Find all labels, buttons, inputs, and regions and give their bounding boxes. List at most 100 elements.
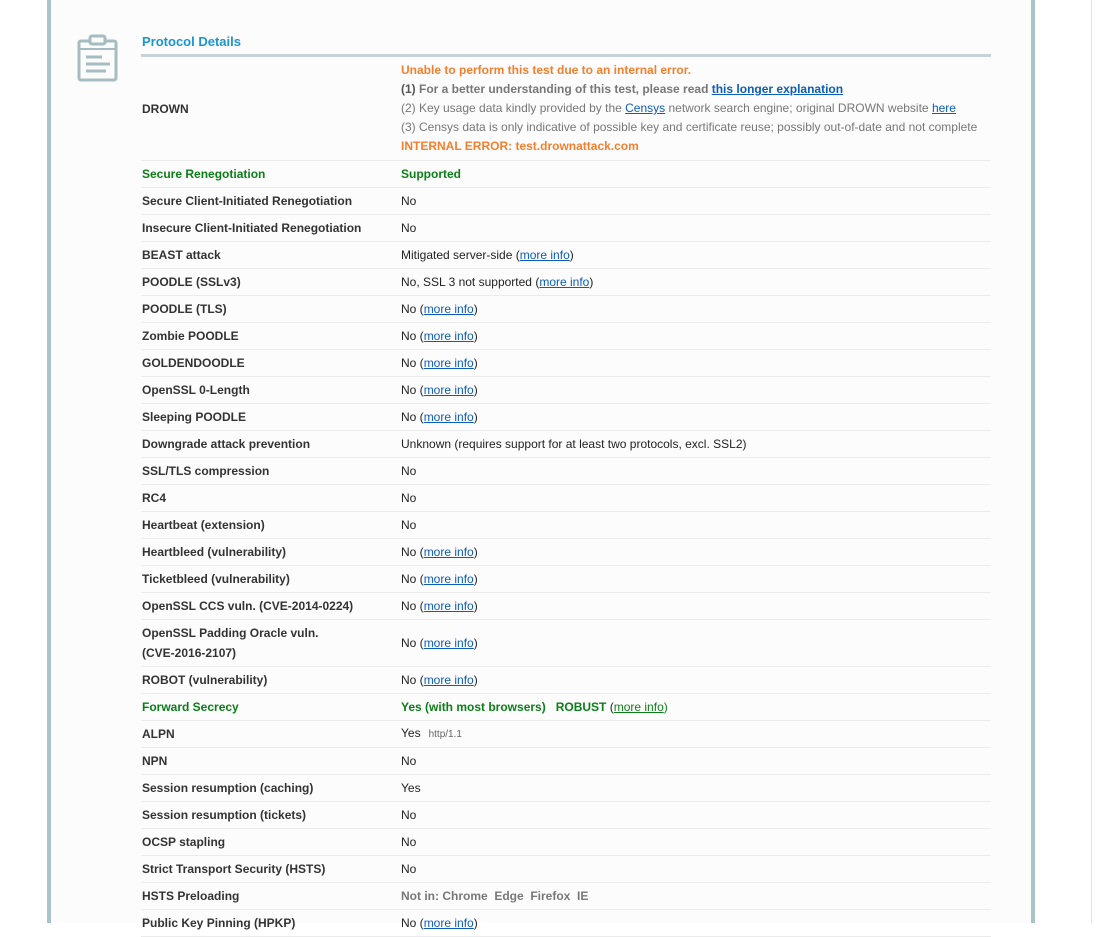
row-value: No xyxy=(401,214,991,242)
row-label: Public Key Pinning (HPKP) xyxy=(141,909,401,937)
row-label: OpenSSL CCS vuln. (CVE-2014-0224) xyxy=(141,592,401,620)
more-info-link[interactable]: more info xyxy=(424,916,474,930)
row-value: Unknown (requires support for at least t… xyxy=(401,430,991,458)
row-value-text: No xyxy=(401,302,417,316)
row-label: Sleeping POODLE xyxy=(141,403,401,431)
row-value: No (more info) xyxy=(401,909,991,937)
clipboard-icon xyxy=(77,34,118,82)
table-row: ROBOT (vulnerability) No (more info) xyxy=(141,666,991,694)
table-row-drown: DROWN Unable to perform this test due to… xyxy=(141,57,991,161)
row-value-text: No xyxy=(401,673,417,687)
table-row: Session resumption (caching) Yes xyxy=(141,774,991,802)
more-info-link[interactable]: more info xyxy=(424,383,474,397)
row-value: No (more info) xyxy=(401,666,991,694)
table-row: OpenSSL Padding Oracle vuln. (CVE-2016-21… xyxy=(141,619,991,667)
row-label-line: (CVE-2016-2107) xyxy=(142,646,237,660)
table-row: BEAST attack Mitigated server-side (more … xyxy=(141,241,991,269)
row-value: Supported xyxy=(401,160,991,188)
row-value: No (more info) xyxy=(401,565,991,593)
row-value-text: Unknown (requires support for at least t… xyxy=(401,437,747,451)
row-value-text: No xyxy=(401,835,417,849)
row-value-text: No xyxy=(401,464,417,478)
row-value: No xyxy=(401,484,991,512)
row-value: No (more info) xyxy=(401,619,991,667)
row-label: Downgrade attack prevention xyxy=(141,430,401,458)
row-value-text: No xyxy=(401,194,417,208)
row-value-text: No xyxy=(401,862,417,876)
table-row: RC4 No xyxy=(141,484,991,512)
table-row: OpenSSL CCS vuln. (CVE-2014-0224) No (mor… xyxy=(141,592,991,620)
row-value: No (more info) xyxy=(401,403,991,431)
row-value-text: No xyxy=(401,329,417,343)
more-info-link[interactable]: more info xyxy=(424,329,474,343)
row-label: Zombie POODLE xyxy=(141,322,401,350)
drown-note-3: (3) Censys data is only indicative of po… xyxy=(401,120,978,134)
row-value-text: No xyxy=(401,599,417,613)
robust-badge: ROBUST xyxy=(555,700,607,714)
table-row: POODLE (TLS) No (more info) xyxy=(141,295,991,323)
table-row: Sleeping POODLE No (more info) xyxy=(141,403,991,431)
row-value: No xyxy=(401,828,991,856)
more-info-link[interactable]: more info xyxy=(424,572,474,586)
more-info-link[interactable]: more info xyxy=(539,275,589,289)
table-row: Strict Transport Security (HSTS) No xyxy=(141,855,991,883)
row-label: Secure Client-Initiated Renegotiation xyxy=(141,187,401,215)
row-label: Session resumption (tickets) xyxy=(141,801,401,829)
row-value-text: No xyxy=(401,636,417,650)
table-row: Zombie POODLE No (more info) xyxy=(141,322,991,350)
more-info-link[interactable]: more info xyxy=(424,599,474,613)
row-label: OpenSSL Padding Oracle vuln. (CVE-2016-21… xyxy=(141,619,401,667)
row-value-text: No xyxy=(401,356,417,370)
row-label: POODLE (TLS) xyxy=(141,295,401,323)
row-value: No (more info) xyxy=(401,376,991,404)
row-label: RC4 xyxy=(141,484,401,512)
row-value-text: Mitigated server-side xyxy=(401,248,513,262)
longer-explanation-link[interactable]: this longer explanation xyxy=(712,82,843,96)
table-row: Insecure Client-Initiated Renegotiation N… xyxy=(141,214,991,242)
more-info-link[interactable]: more info xyxy=(424,673,474,687)
table-row: Forward Secrecy Yes (with most browsers) R… xyxy=(141,693,991,721)
row-label-line: OpenSSL Padding Oracle vuln. xyxy=(142,626,319,640)
row-label: OpenSSL 0-Length xyxy=(141,376,401,404)
more-info-link[interactable]: more info xyxy=(424,545,474,559)
row-label: NPN xyxy=(141,747,401,775)
more-info-link[interactable]: more info xyxy=(520,248,570,262)
protocol-details-section: Protocol Details DROWN Unable to perform… xyxy=(141,30,991,937)
drown-website-link[interactable]: here xyxy=(932,101,956,115)
scrollbar-track[interactable] xyxy=(1091,0,1092,923)
row-value: Mitigated server-side (more info) xyxy=(401,241,991,269)
alpn-protocol-note: http/1.1 xyxy=(428,729,462,740)
row-value: Yes xyxy=(401,774,991,802)
table-row: OCSP stapling No xyxy=(141,828,991,856)
table-row: Secure Client-Initiated Renegotiation No xyxy=(141,187,991,215)
row-value-text: Not in: Chrome Edge Firefox IE xyxy=(401,889,589,903)
row-value: No (more info) xyxy=(401,295,991,323)
more-info-link[interactable]: more info xyxy=(424,636,474,650)
row-value: No xyxy=(401,187,991,215)
row-value: No (more info) xyxy=(401,592,991,620)
more-info-link[interactable]: more info xyxy=(614,700,664,714)
more-info-link[interactable]: more info xyxy=(424,410,474,424)
row-value: No (more info) xyxy=(401,349,991,377)
protocol-details-table: DROWN Unable to perform this test due to… xyxy=(141,57,991,937)
more-info-link[interactable]: more info xyxy=(424,356,474,370)
censys-link[interactable]: Censys xyxy=(625,101,665,115)
more-info-link[interactable]: more info xyxy=(424,302,474,316)
row-value: No xyxy=(401,855,991,883)
row-label: POODLE (SSLv3) xyxy=(141,268,401,296)
table-row: Public Key Pinning (HPKP) No (more info) xyxy=(141,909,991,937)
section-title: Protocol Details xyxy=(141,30,991,57)
drown-note-1: (1) For a better understanding of this t… xyxy=(401,82,844,96)
row-value: No xyxy=(401,747,991,775)
row-value: Yes (with most browsers) ROBUST (more inf… xyxy=(401,693,991,721)
row-value: Yes http/1.1 xyxy=(401,720,991,748)
row-label: GOLDENDOODLE xyxy=(141,349,401,377)
row-value-text: Yes xyxy=(401,781,421,795)
row-value-text: Supported xyxy=(401,167,461,181)
row-value-text: No xyxy=(401,754,417,768)
table-row: Secure Renegotiation Supported xyxy=(141,160,991,188)
row-value: No xyxy=(401,801,991,829)
table-row: NPN No xyxy=(141,747,991,775)
row-label: Forward Secrecy xyxy=(141,693,401,721)
row-value-text: Yes xyxy=(401,726,421,740)
